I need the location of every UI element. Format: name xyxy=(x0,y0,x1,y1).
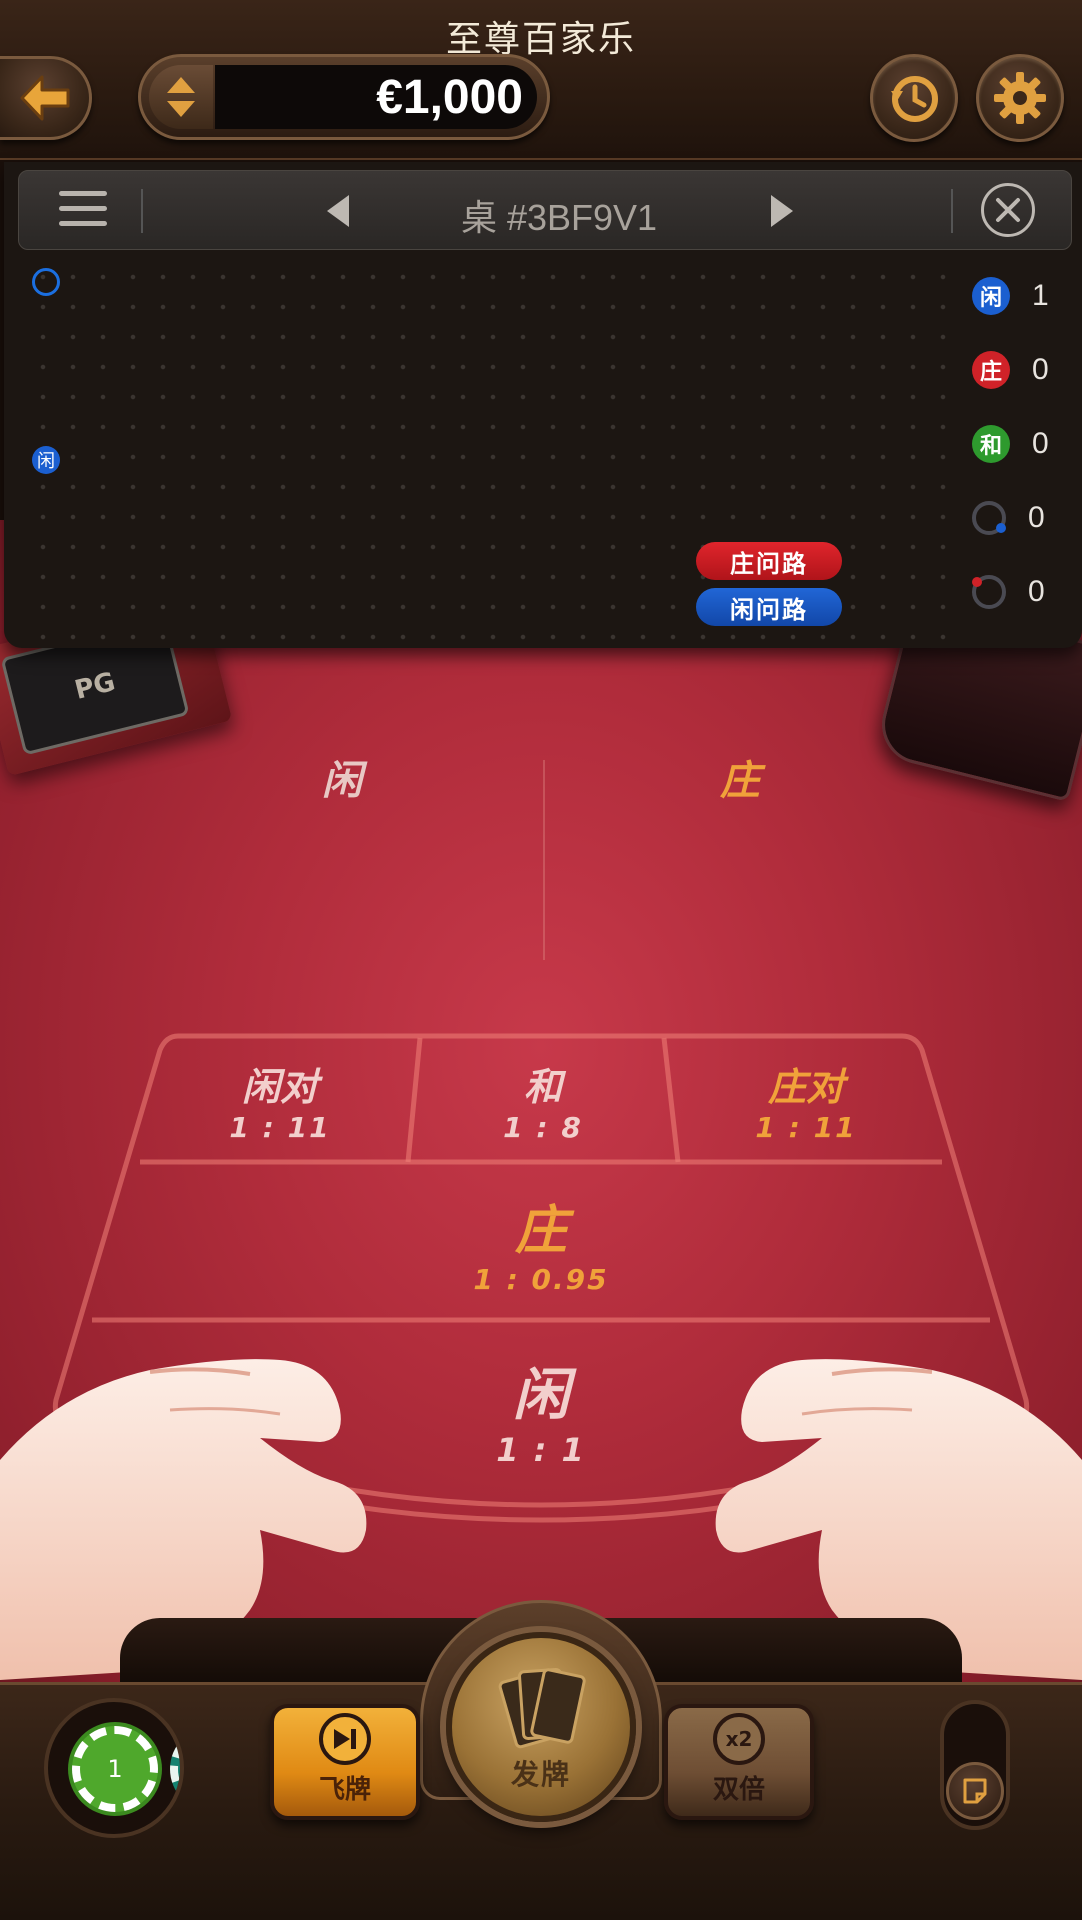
stat-banker-pair: 0 xyxy=(972,570,1072,614)
x2-icon: x2 xyxy=(713,1713,765,1765)
bet-tie-odds: 1 : 8 xyxy=(503,1111,583,1144)
bet-banker-pair-name: 庄对 xyxy=(767,1065,844,1109)
cards-icon xyxy=(496,1661,587,1751)
chip-1[interactable]: 1 xyxy=(72,1726,158,1812)
menu-icon[interactable] xyxy=(59,191,107,231)
balance-toggle-button[interactable] xyxy=(149,65,213,129)
side-panel-toggle[interactable] xyxy=(940,1700,1010,1830)
balance-display: €1,000 xyxy=(138,54,550,140)
toggle-knob[interactable] xyxy=(946,1762,1004,1820)
stat-player: 闲 1 xyxy=(972,274,1072,318)
stat-player-count: 1 xyxy=(1032,279,1049,312)
stat-tie: 和 0 xyxy=(972,422,1072,466)
bet-player-pair-odds: 1 : 11 xyxy=(229,1111,331,1144)
header-divider xyxy=(141,189,143,233)
bead-road-player-marker: 闲 xyxy=(32,446,60,474)
close-roadmap-button[interactable] xyxy=(981,183,1035,237)
stat-player-pair-count: 0 xyxy=(1028,501,1045,534)
bet-tie-name: 和 xyxy=(523,1065,562,1109)
bet-banker[interactable]: 庄 1 : 0.95 xyxy=(110,1166,972,1316)
bet-player-pair[interactable]: 闲对 1 : 11 xyxy=(150,1040,410,1158)
bet-banker-odds: 1 : 0.95 xyxy=(473,1263,609,1296)
gear-icon xyxy=(994,72,1046,124)
roadmap-header: 桌 #3BF9V1 xyxy=(18,170,1072,250)
balance-amount: €1,000 xyxy=(215,65,537,129)
stat-player-pair: 0 xyxy=(972,496,1072,540)
double-button[interactable]: x2 双倍 xyxy=(664,1704,814,1820)
chip-selector[interactable]: 1 xyxy=(44,1698,184,1838)
bet-banker-pair-odds: 1 : 11 xyxy=(755,1111,857,1144)
roadmap-panel: 桌 #3BF9V1 闲 庄问路 闲问路 闲 1 庄 0 和 0 0 0 xyxy=(4,162,1082,648)
table-id: 桌 #3BF9V1 xyxy=(460,197,658,238)
fly-card-button[interactable]: 飞牌 xyxy=(270,1704,420,1820)
deal-label: 发牌 xyxy=(510,1758,571,1791)
banker-pair-icon xyxy=(972,575,1006,609)
fly-card-label: 飞牌 xyxy=(318,1775,371,1805)
ask-banker-button[interactable]: 庄问路 xyxy=(696,542,842,580)
deal-button[interactable]: 发牌 xyxy=(446,1632,636,1822)
banker-badge-icon: 庄 xyxy=(972,351,1010,389)
history-icon xyxy=(891,76,938,122)
stat-banker: 庄 0 xyxy=(972,348,1072,392)
bet-banker-pair[interactable]: 庄对 1 : 11 xyxy=(676,1040,936,1158)
skip-forward-icon xyxy=(319,1713,371,1765)
stat-banker-pair-count: 0 xyxy=(1028,575,1045,608)
bet-player-pair-name: 闲对 xyxy=(241,1065,318,1109)
ask-player-button[interactable]: 闲问路 xyxy=(696,588,842,626)
double-label: 双倍 xyxy=(712,1775,765,1805)
tie-badge-icon: 和 xyxy=(972,425,1010,463)
player-badge-icon: 闲 xyxy=(972,277,1010,315)
back-button[interactable] xyxy=(0,56,92,140)
bet-tie[interactable]: 和 1 : 8 xyxy=(414,1040,672,1158)
close-icon xyxy=(996,198,1020,222)
settings-button[interactable] xyxy=(976,54,1064,142)
player-pair-icon xyxy=(972,501,1006,535)
header-divider xyxy=(951,189,953,233)
back-arrow-icon xyxy=(20,75,69,121)
stat-banker-count: 0 xyxy=(1032,353,1049,386)
prev-table-arrow-icon[interactable] xyxy=(327,195,349,227)
history-button[interactable] xyxy=(870,54,958,142)
hand-divider xyxy=(543,760,545,960)
player-hand-area-label: 闲 xyxy=(322,758,362,804)
roadmap-grid xyxy=(28,262,958,642)
note-icon xyxy=(963,1778,987,1804)
banker-hand-area-label: 庄 xyxy=(720,758,760,804)
top-bar: 至尊百家乐 €1,000 xyxy=(0,0,1082,160)
stat-tie-count: 0 xyxy=(1032,427,1049,460)
up-down-arrows-icon xyxy=(167,77,195,117)
big-road-player-ring xyxy=(32,268,60,296)
bet-banker-name: 庄 xyxy=(514,1201,567,1261)
next-table-arrow-icon[interactable] xyxy=(771,195,793,227)
